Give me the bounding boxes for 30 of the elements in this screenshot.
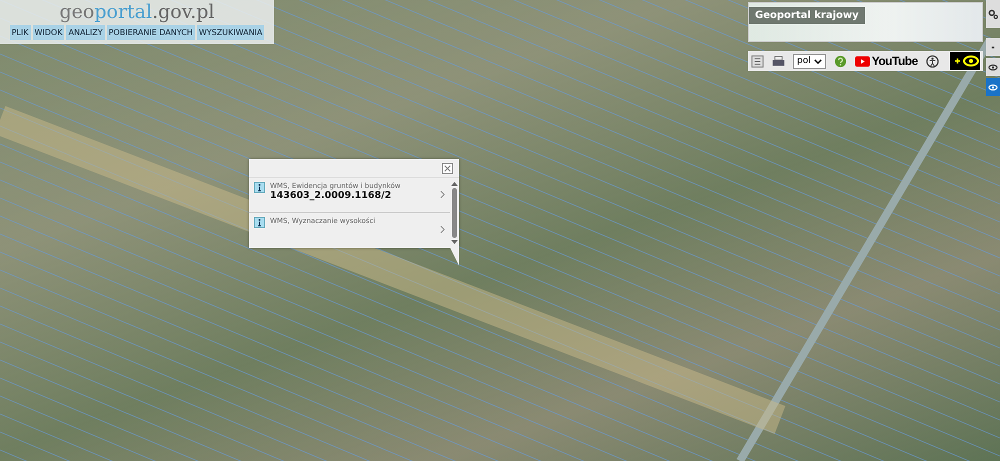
legend-icon[interactable] [751,54,764,68]
logo[interactable]: geoportal.gov.pl [60,1,214,25]
parcel-id: 143603_2.0009.1168/2 [270,190,392,201]
high-contrast-icon[interactable] [950,52,980,70]
close-icon[interactable] [442,162,453,174]
scroll-down-icon[interactable] [451,240,458,245]
info-icon [254,182,265,193]
play-icon [854,56,870,66]
language-select[interactable]: pol [793,54,826,68]
help-icon[interactable] [834,54,847,68]
youtube-link[interactable]: YouTube [854,54,918,68]
chevron-right-icon [440,190,445,199]
side-button[interactable] [986,78,1000,96]
gear-icon [987,8,999,20]
accessibility-icon[interactable] [926,54,939,68]
overview-map-title: Geoportal krajowy [749,7,865,24]
menu-item[interactable]: PLIK [10,25,30,40]
printer-icon[interactable] [772,54,785,68]
side-button[interactable] [986,58,1000,76]
menu-item[interactable]: WYSZUKIWANIA [196,25,264,40]
menu-item[interactable]: POBIERANIE DANYCH [106,25,195,40]
menu-item[interactable]: WIDOK [32,25,64,40]
caret-icon [814,58,822,64]
overview-map[interactable]: Geoportal krajowy [748,2,983,42]
info-icon [254,217,265,228]
menu-item[interactable]: ANALIZY [66,25,105,40]
chevron-right-icon [440,225,445,234]
side-button[interactable] [986,0,1000,28]
scrollbar-thumb[interactable] [452,188,457,238]
scroll-up-icon[interactable] [451,181,458,186]
